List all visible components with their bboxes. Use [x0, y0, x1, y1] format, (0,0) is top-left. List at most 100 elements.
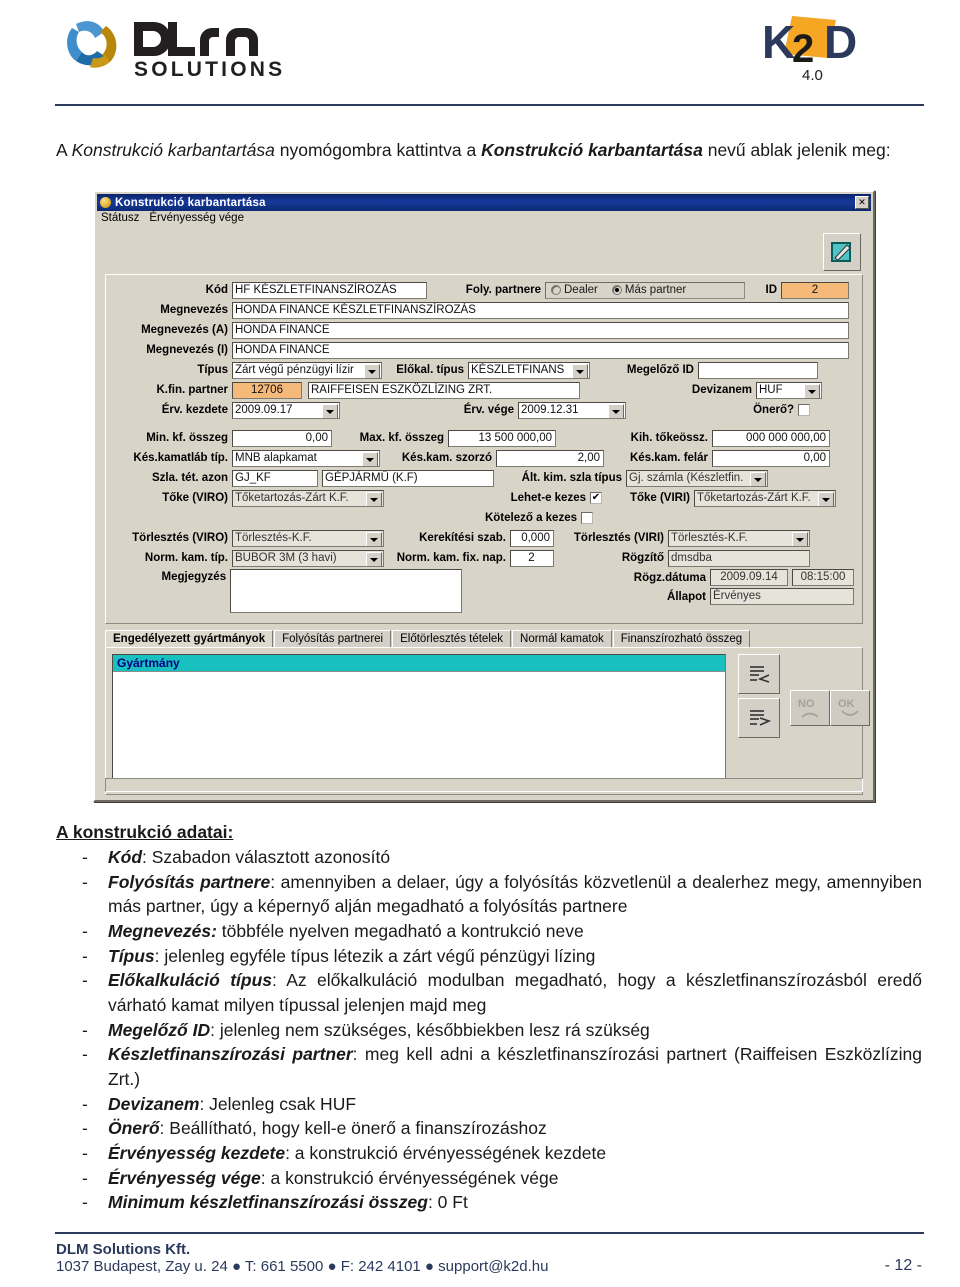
- label-kih-tokeossz: Kih. tőkeössz.: [630, 432, 708, 444]
- tab-folyositas-partnerei[interactable]: Folyósítás partnerei: [274, 630, 392, 647]
- input-kih-tokeossz[interactable]: 000 000 000,00: [712, 429, 830, 447]
- list-dash: -: [82, 1118, 88, 1139]
- combo-devizanem[interactable]: HUF: [756, 381, 822, 399]
- list-item-term: Érvényesség kezdete: [108, 1143, 286, 1164]
- input-min-kf-osszeg[interactable]: 0,00: [232, 429, 332, 447]
- ok-button[interactable]: OK: [830, 690, 870, 726]
- page-footer: DLM Solutions Kft. 1037 Budapest, Zay u.…: [56, 1241, 922, 1275]
- combo-torlesztes-viro[interactable]: Törlesztés-K.F.: [232, 529, 384, 547]
- radio-dealer-label: Dealer: [564, 284, 598, 296]
- tab-normal-kamatok[interactable]: Normál kamatok: [512, 630, 612, 647]
- list-dash: -: [82, 970, 88, 991]
- chevron-down-icon: [370, 497, 378, 502]
- input-kerekitesi-szab[interactable]: 0,000: [510, 529, 554, 547]
- gyartmany-grid[interactable]: Gyártmány: [112, 654, 726, 786]
- list-add-icon: [750, 666, 770, 683]
- label-megelozo-id: Megelőző ID: [626, 364, 694, 376]
- input-megjegyzes[interactable]: [230, 569, 463, 613]
- checkbox-onero[interactable]: [798, 404, 810, 416]
- close-icon[interactable]: ✕: [855, 196, 869, 209]
- combo-toke-viro[interactable]: Tőketartozás-Zárt K.F.: [232, 489, 384, 507]
- tab-elotorlesztes-tetelek[interactable]: Előtörlesztés tételek: [392, 630, 512, 647]
- label-min-kf-osszeg: Min. kf. összeg: [146, 432, 228, 444]
- list-item-term: Érvényesség vége: [108, 1167, 261, 1188]
- input-megnevezes-i[interactable]: HONDA FINANCE: [232, 341, 849, 359]
- combo-kes-kamatlab-tip[interactable]: MNB alapkamat: [232, 449, 380, 467]
- checkbox-kotelezo-a-kezes[interactable]: [581, 512, 593, 524]
- checkbox-lehet-e-kezes[interactable]: ✔: [590, 492, 602, 504]
- input-szla-tet-azon[interactable]: GJ_KF: [232, 469, 318, 487]
- window-titlebar[interactable]: Konstrukció karbantartása ✕: [97, 194, 871, 211]
- edit-button[interactable]: [823, 233, 861, 271]
- tab-finanszirozhato-osszeg[interactable]: Finanszírozható összeg: [612, 630, 751, 647]
- input-megnevezes[interactable]: HONDA FINANCE KÉSZLETFINANSZÍROZÁS: [232, 301, 849, 319]
- remove-row-button[interactable]: [738, 698, 780, 738]
- content-heading: A konstrukció adatai:: [56, 822, 234, 842]
- tab-engedelyezett-gyartmanyok[interactable]: Engedélyezett gyártmányok: [105, 630, 274, 647]
- dlm-solutions-logo: SOLUTIONS: [67, 21, 282, 81]
- list-item-term: Minimum készletfinanszírozási összeg: [108, 1192, 428, 1213]
- input-megnevezes-a[interactable]: HONDA FINANCE: [232, 321, 849, 339]
- menu-item-ervenyesseg-vege[interactable]: Érvényesség vége: [149, 212, 244, 226]
- input-kfin-partner-name[interactable]: RAIFFEISEN ESZKÖZLÍZING ZRT.: [308, 381, 580, 399]
- combo-erv-kezdete[interactable]: 2009.09.17: [232, 401, 340, 419]
- input-kod[interactable]: HF KÉSZLETFINANSZÍROZÁS: [232, 281, 427, 299]
- list-item: - Előkalkuláció típus: Az előkalkuláció m…: [82, 968, 922, 1017]
- chevron-down-icon: [796, 537, 804, 542]
- input-max-kf-osszeg[interactable]: 13 500 000,00: [448, 429, 556, 447]
- combo-tipus[interactable]: Zárt végű pénzügyi lízir: [232, 361, 382, 379]
- label-foly-partnere: Foly. partnere: [465, 284, 541, 296]
- konstrukcio-karbantartasa-window[interactable]: Konstrukció karbantartása ✕ Státusz Érvé…: [93, 190, 875, 802]
- combo-norm-kam-tip[interactable]: BUBOR 3M (3 havi): [232, 549, 384, 567]
- label-onero: Önerő?: [753, 404, 794, 416]
- list-item-term: Kód: [108, 847, 143, 867]
- list-dash: -: [82, 1093, 88, 1114]
- combo-erv-vege[interactable]: 2009.12.31: [518, 401, 626, 419]
- window-menubar[interactable]: Státusz Érvényesség vége: [95, 211, 873, 226]
- chevron-down-icon: [822, 497, 830, 502]
- input-norm-kam-fix-nap[interactable]: 2: [510, 549, 554, 567]
- combo-toke-viro-value: Tőketartozás-Zárt K.F.: [235, 491, 349, 504]
- svg-text:D: D: [824, 16, 857, 68]
- footer-contact: DLM Solutions Kft. 1037 Budapest, Zay u.…: [56, 1241, 548, 1275]
- tab-bar[interactable]: Engedélyezett gyártmányok Folyósítás par…: [105, 630, 863, 647]
- list-dash: -: [82, 871, 88, 892]
- label-kes-kamatlab-tip: Kés.kamatláb típ.: [133, 452, 228, 464]
- input-szla-tet-azon-name[interactable]: GÉPJÁRMŰ (K.F): [322, 469, 494, 487]
- list-item-term: Megnevezés:: [108, 921, 217, 942]
- combo-alt-kim-szla-tipus[interactable]: Gj. számla (Készletfin.: [626, 469, 768, 487]
- list-item-term: Folyósítás partnere: [108, 871, 271, 892]
- label-erv-kezdete: Érv. kezdete: [161, 404, 228, 416]
- grid-side-buttons[interactable]: [738, 654, 782, 742]
- confirm-buttons[interactable]: NO OK: [790, 690, 870, 726]
- input-kes-kam-felar[interactable]: 0,00: [712, 449, 830, 467]
- page-number: - 12 -: [884, 1257, 922, 1274]
- list-item-term: Típus: [108, 945, 155, 966]
- list-item-term: Előkalkuláció típus: [108, 970, 273, 991]
- combo-toke-viri[interactable]: Tőketartozás-Zárt K.F.: [694, 489, 836, 507]
- combo-elokal-tipus[interactable]: KÉSZLETFINANS: [468, 361, 590, 379]
- list-item: - Minimum készletfinanszírozási összeg: 0…: [82, 1190, 922, 1215]
- radio-mas-partner[interactable]: Más partner: [611, 284, 686, 296]
- svg-text:2: 2: [792, 27, 814, 71]
- intro-part2: nyomógombra kattintva a: [274, 139, 482, 160]
- label-torlesztes-viri: Törlesztés (VIRI): [573, 532, 664, 544]
- menu-item-statusz[interactable]: Státusz: [101, 212, 139, 226]
- input-rogzito: dmsdba: [668, 549, 810, 567]
- grid-column-header-gyartmany[interactable]: Gyártmány: [113, 655, 725, 672]
- input-kes-kam-szorzo[interactable]: 2,00: [496, 449, 604, 467]
- no-button[interactable]: NO: [790, 690, 830, 726]
- label-alt-kim-szla-tipus: Ált. kim. szla típus: [521, 472, 622, 484]
- sad-face-no-icon: NO: [798, 698, 819, 718]
- input-kfin-partner-id[interactable]: 12706: [232, 381, 302, 399]
- combo-torlesztes-viri[interactable]: Törlesztés-K.F.: [668, 529, 810, 547]
- radio-group-foly-partnere[interactable]: Dealer Más partner: [545, 281, 745, 299]
- tab-panel: Gyártmány NO OK: [105, 647, 870, 795]
- input-megelozo-id[interactable]: [698, 361, 818, 379]
- list-item: - Kód: Szabadon választott azonosító: [82, 845, 922, 870]
- radio-dealer[interactable]: Dealer: [551, 284, 598, 296]
- combo-torlesztes-viri-value: Törlesztés-K.F.: [671, 531, 748, 544]
- window-app-icon: [100, 197, 111, 208]
- add-row-button[interactable]: [738, 654, 780, 694]
- combo-tipus-value: Zárt végű pénzügyi lízir: [235, 363, 354, 376]
